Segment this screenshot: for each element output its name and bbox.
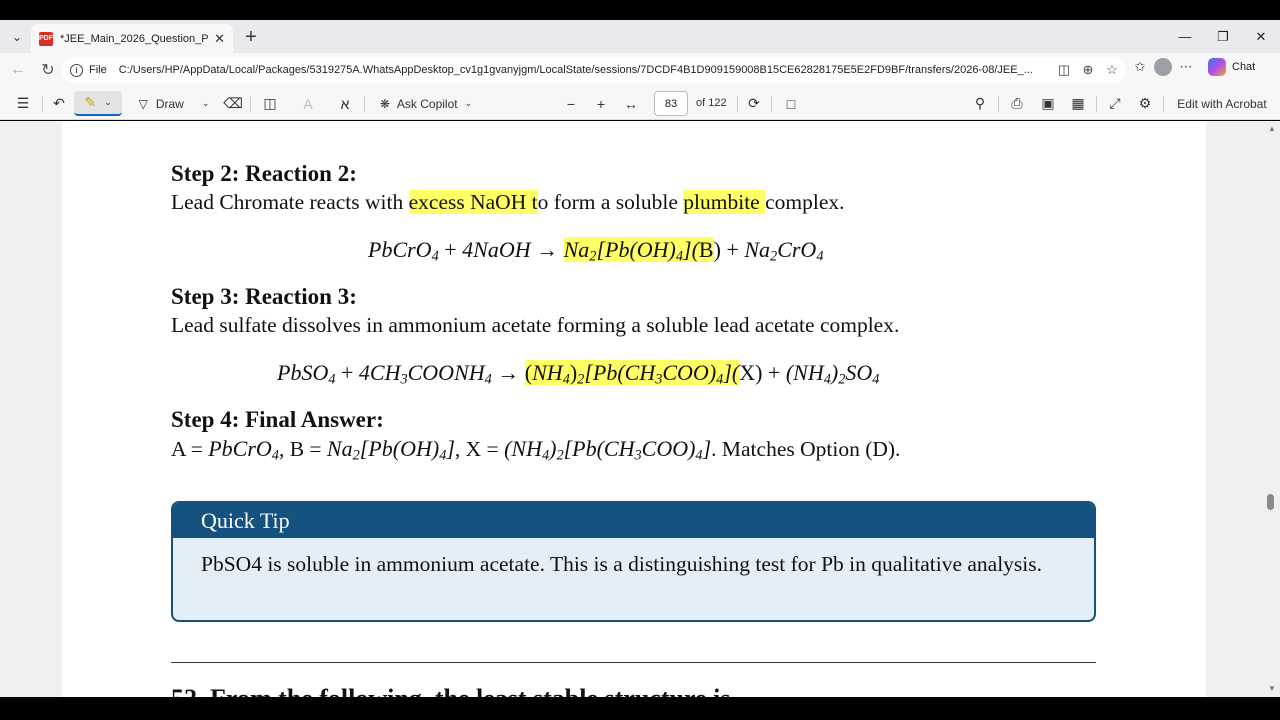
chat-label: Chat: [1232, 61, 1256, 73]
zoom-icon[interactable]: ⊕: [1078, 60, 1098, 80]
highlight-excess-naoh: excess NaOH t: [408, 190, 538, 214]
quick-tip-box: Quick Tip PbSO4 is soluble in ammonium a…: [171, 501, 1096, 622]
profile-avatar[interactable]: [1154, 58, 1172, 76]
minimize-button[interactable]: —: [1166, 20, 1204, 53]
pdf-toolbar: ☰ ↶ ✎ ⌄ ▽ Draw ⌄ ⌫ ◫ A א ❋ Ask Copilot ⌄…: [0, 87, 1280, 120]
contents-list-icon[interactable]: ☰: [12, 91, 34, 116]
more-options-icon[interactable]: ⋯: [1176, 57, 1196, 77]
draw-icon: ▽: [138, 96, 148, 111]
search-icon[interactable]: ⚲: [969, 91, 991, 116]
eraser-icon[interactable]: ⌫: [222, 91, 244, 116]
highlight-plumbite: plumbite: [683, 190, 766, 214]
rotate-icon[interactable]: ⟳: [743, 91, 765, 116]
back-button[interactable]: ←: [6, 58, 30, 82]
app-available-icon[interactable]: ◫: [1054, 60, 1074, 80]
highlight-button[interactable]: ✎ ⌄: [74, 91, 122, 116]
screen-edge: [0, 697, 1280, 720]
ask-copilot-label: Ask Copilot: [396, 96, 458, 111]
settings-gear-icon[interactable]: ⚙: [1134, 91, 1156, 116]
quick-tip-body: PbSO4 is soluble in ammonium acetate. Th…: [201, 552, 1043, 576]
info-icon[interactable]: i: [70, 63, 83, 77]
zoom-out-icon[interactable]: −: [560, 91, 582, 116]
scroll-up-icon[interactable]: ▲: [1268, 124, 1276, 133]
two-page-view-icon[interactable]: □: [780, 91, 802, 116]
edit-with-acrobat-button[interactable]: Edit with Acrobat: [1172, 91, 1272, 116]
save-icon[interactable]: ▣: [1037, 91, 1059, 116]
favorites-icon[interactable]: ✩: [1130, 57, 1150, 77]
step2-description: Lead Chromate reacts with excess NaOH to…: [171, 190, 845, 215]
pdf-page: Step 2: Reaction 2: Lead Chromate reacts…: [62, 121, 1206, 697]
refresh-button[interactable]: ↻: [36, 58, 60, 82]
reaction3-equation: PbSO4 + 4CH3COONH4 → (NH4)2[Pb(CH3COO)4]…: [277, 360, 880, 388]
address-bar: ← ↻ i File C:/Users/HP/AppData/Local/Pac…: [0, 53, 1280, 87]
title-bar: ⌄ PDF *JEE_Main_2026_Question_Paper_ ✕ +…: [0, 20, 1280, 53]
step2-text-c: complex.: [765, 190, 845, 214]
favorite-star-icon[interactable]: ☆: [1102, 60, 1122, 80]
step3-heading: Step 3: Reaction 3:: [171, 284, 357, 309]
reaction2-equation: PbCrO4 + 4NaOH → Na2[Pb(OH)4](B) + Na2Cr…: [368, 237, 824, 265]
final-answer-line: A = PbCrO4, B = Na2[Pb(OH)4], X = (NH4)2…: [171, 436, 901, 464]
section-divider: [171, 662, 1096, 663]
chevron-down-icon: ⌄: [104, 97, 112, 107]
page-total: of 122: [696, 97, 727, 109]
next-question-heading: 52. From the following, the least stable…: [171, 684, 730, 697]
pdf-icon: PDF: [39, 31, 53, 46]
document-viewer[interactable]: Step 2: Reaction 2: Lead Chromate reacts…: [0, 121, 1280, 697]
url-scheme: File: [89, 64, 107, 76]
final-answer-tail: . Matches Option (D).: [711, 437, 901, 461]
draw-label: Draw: [155, 96, 184, 111]
highlighter-icon: ✎: [84, 94, 97, 110]
new-tab-button[interactable]: +: [240, 26, 262, 48]
restore-button[interactable]: ❐: [1204, 20, 1242, 53]
copilot-outline-icon: ❋: [379, 96, 390, 111]
browser-tab[interactable]: PDF *JEE_Main_2026_Question_Paper_ ✕: [31, 24, 233, 53]
url-text: C:/Users/HP/AppData/Local/Packages/53192…: [118, 64, 1033, 76]
window-controls: — ❐ ✕: [1166, 20, 1280, 53]
step4-heading: Step 4: Final Answer:: [171, 407, 384, 432]
chevron-down-icon: ⌄: [201, 98, 210, 108]
url-field[interactable]: i File C:/Users/HP/AppData/Local/Package…: [62, 57, 1126, 83]
step2-heading: Step 2: Reaction 2:: [171, 161, 357, 186]
chevron-down-icon: ⌄: [464, 98, 473, 108]
draw-button[interactable]: ▽ Draw ⌄: [134, 91, 214, 116]
copilot-icon: [1208, 58, 1226, 76]
tab-title: *JEE_Main_2026_Question_Paper_: [60, 32, 208, 45]
save-as-icon[interactable]: ▦: [1067, 91, 1089, 116]
fullscreen-icon[interactable]: ⤢: [1104, 91, 1126, 116]
step2-text-a: Lead Chromate reacts with: [171, 190, 409, 214]
step2-text-b: o form a soluble: [537, 190, 684, 214]
copilot-chat-button[interactable]: Chat: [1208, 58, 1255, 76]
tab-actions-menu-icon[interactable]: ⌄: [6, 26, 28, 48]
fit-width-icon[interactable]: ↔: [620, 91, 642, 116]
quick-tip-title: Quick Tip: [173, 503, 1094, 538]
read-aloud-icon[interactable]: A: [297, 91, 319, 116]
translate-icon[interactable]: א: [334, 91, 356, 116]
page-view-icon[interactable]: ◫: [259, 91, 281, 116]
undo-icon[interactable]: ↶: [48, 91, 70, 116]
step3-description: Lead sulfate dissolves in ammonium aceta…: [171, 313, 900, 337]
close-window-button[interactable]: ✕: [1242, 20, 1280, 53]
scrollbar-thumb[interactable]: [1267, 494, 1274, 510]
print-icon[interactable]: ⎙: [1006, 91, 1028, 116]
vertical-scrollbar[interactable]: ▲ ▼: [1265, 121, 1280, 697]
zoom-in-icon[interactable]: +: [590, 91, 612, 116]
close-tab-icon[interactable]: ✕: [214, 31, 225, 47]
page-number-input[interactable]: 83: [654, 91, 688, 116]
ask-copilot-button[interactable]: ❋ Ask Copilot ⌄: [376, 91, 476, 116]
scroll-down-icon[interactable]: ▼: [1268, 684, 1276, 693]
